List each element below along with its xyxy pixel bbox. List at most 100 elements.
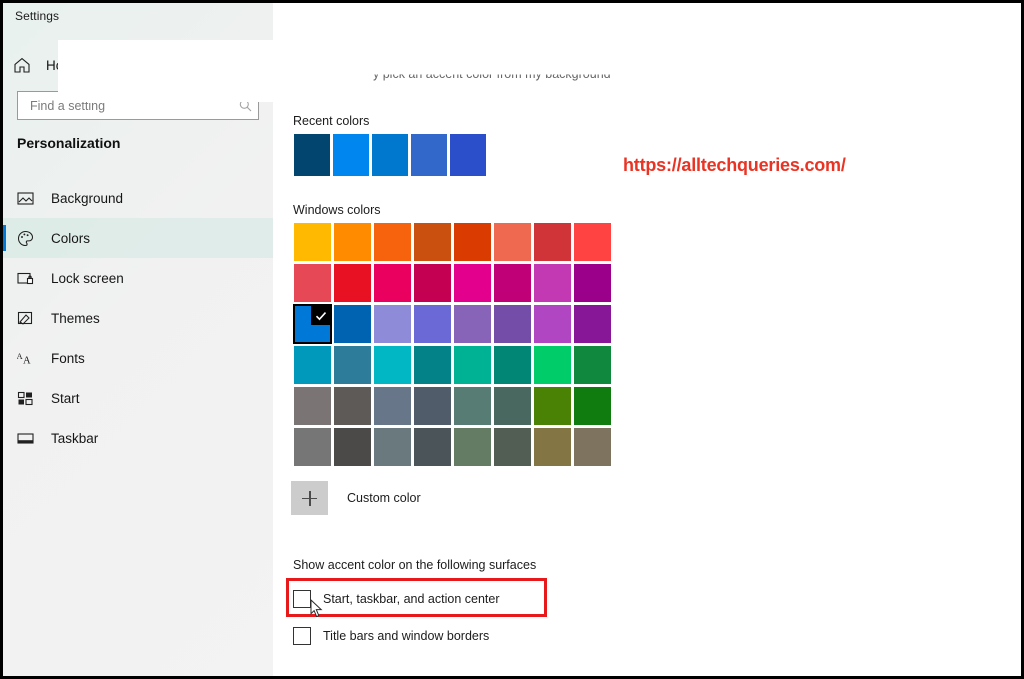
- sidebar: Settings Home Personalization Background: [3, 3, 273, 676]
- recent-color-swatch[interactable]: [293, 133, 331, 177]
- sidebar-item-colors[interactable]: Colors: [3, 218, 273, 258]
- home-icon: [13, 56, 31, 74]
- checkbox-label: Title bars and window borders: [323, 629, 490, 643]
- windows-color-swatch[interactable]: [413, 345, 452, 385]
- sidebar-item-background-label: Background: [51, 190, 124, 206]
- custom-color-label: Custom color: [347, 491, 421, 505]
- windows-color-swatch[interactable]: [533, 345, 572, 385]
- windows-color-swatch[interactable]: [333, 222, 372, 262]
- windows-color-swatch[interactable]: [453, 386, 492, 426]
- sidebar-item-themes[interactable]: Themes: [3, 298, 273, 338]
- windows-color-swatch[interactable]: [373, 263, 412, 303]
- windows-color-swatch[interactable]: [493, 345, 532, 385]
- windows-color-swatch[interactable]: [293, 345, 332, 385]
- start-icon: [17, 390, 34, 407]
- sidebar-item-start-label: Start: [51, 390, 80, 406]
- check-icon: [311, 306, 330, 325]
- recent-colors-label: Recent colors: [293, 114, 370, 128]
- windows-color-swatch[interactable]: [533, 386, 572, 426]
- windows-color-swatch-selected[interactable]: [293, 304, 332, 344]
- recent-color-swatch[interactable]: [332, 133, 370, 177]
- windows-color-swatch[interactable]: [493, 427, 532, 467]
- settings-window: Settings Home Personalization Background: [0, 0, 1024, 679]
- windows-color-swatch[interactable]: [493, 386, 532, 426]
- sidebar-item-colors-label: Colors: [51, 230, 91, 246]
- windows-color-swatch[interactable]: [293, 386, 332, 426]
- windows-color-swatch[interactable]: [413, 263, 452, 303]
- sidebar-item-themes-label: Themes: [51, 310, 100, 326]
- auto-accent-color-text: y pick an accent color from my backgroun…: [373, 67, 611, 81]
- sidebar-item-background[interactable]: Background: [3, 178, 273, 218]
- windows-color-swatch[interactable]: [293, 222, 332, 262]
- windows-color-swatch[interactable]: [573, 304, 612, 344]
- sidebar-item-lock-screen-label: Lock screen: [51, 270, 124, 286]
- custom-color-button[interactable]: [291, 481, 328, 515]
- windows-colors-grid: [293, 222, 612, 467]
- checkbox-title-bars-window-borders[interactable]: Title bars and window borders: [293, 623, 489, 649]
- windows-color-swatch[interactable]: [533, 304, 572, 344]
- recent-colors-grid: [293, 133, 487, 177]
- windows-color-swatch[interactable]: [373, 222, 412, 262]
- recent-color-swatch[interactable]: [410, 133, 448, 177]
- fonts-icon: AA: [17, 350, 34, 367]
- lock-screen-icon: [17, 270, 34, 287]
- checkbox-box[interactable]: [293, 590, 311, 608]
- sidebar-item-start[interactable]: Start: [3, 378, 273, 418]
- windows-color-swatch[interactable]: [453, 427, 492, 467]
- windows-color-swatch[interactable]: [533, 263, 572, 303]
- windows-color-swatch[interactable]: [453, 222, 492, 262]
- windows-color-swatch[interactable]: [373, 304, 412, 344]
- windows-color-swatch[interactable]: [293, 263, 332, 303]
- windows-color-swatch[interactable]: [493, 222, 532, 262]
- windows-color-swatch[interactable]: [373, 386, 412, 426]
- recent-color-swatch[interactable]: [449, 133, 487, 177]
- windows-color-swatch[interactable]: [493, 263, 532, 303]
- palette-icon: [17, 230, 34, 247]
- sidebar-item-taskbar-label: Taskbar: [51, 430, 99, 446]
- checkbox-start-taskbar-action-center[interactable]: Start, taskbar, and action center: [293, 586, 500, 612]
- windows-color-swatch[interactable]: [573, 386, 612, 426]
- svg-text:A: A: [23, 355, 31, 366]
- windows-color-swatch[interactable]: [533, 222, 572, 262]
- windows-color-swatch[interactable]: [453, 263, 492, 303]
- recent-color-swatch[interactable]: [371, 133, 409, 177]
- brush-icon: [17, 310, 34, 327]
- windows-color-swatch[interactable]: [333, 345, 372, 385]
- windows-color-swatch[interactable]: [413, 427, 452, 467]
- windows-color-swatch[interactable]: [333, 386, 372, 426]
- custom-color-row[interactable]: Custom color: [291, 481, 421, 515]
- windows-color-swatch[interactable]: [413, 222, 452, 262]
- checkbox-box[interactable]: [293, 627, 311, 645]
- windows-color-swatch[interactable]: [413, 304, 452, 344]
- windows-color-swatch[interactable]: [493, 304, 532, 344]
- windows-color-swatch[interactable]: [573, 427, 612, 467]
- windows-color-swatch[interactable]: [573, 345, 612, 385]
- windows-color-swatch[interactable]: [373, 345, 412, 385]
- windows-color-swatch[interactable]: [413, 386, 452, 426]
- taskbar-icon: [17, 430, 34, 447]
- windows-color-swatch[interactable]: [573, 263, 612, 303]
- image-icon: [17, 190, 34, 207]
- window-title: Settings: [15, 9, 60, 23]
- windows-color-swatch[interactable]: [333, 427, 372, 467]
- windows-color-swatch[interactable]: [533, 427, 572, 467]
- windows-color-swatch[interactable]: [453, 304, 492, 344]
- windows-colors-label: Windows colors: [293, 203, 381, 217]
- watermark-url: https://alltechqueries.com/: [623, 155, 846, 175]
- sidebar-item-taskbar[interactable]: Taskbar: [3, 418, 273, 458]
- windows-color-swatch[interactable]: [373, 427, 412, 467]
- sidebar-item-fonts[interactable]: AA Fonts: [3, 338, 273, 378]
- white-overlay-patch: [58, 40, 273, 102]
- checkbox-label: Start, taskbar, and action center: [323, 592, 500, 606]
- sidebar-nav: Background Colors Lock screen Themes A A…: [3, 178, 273, 458]
- windows-color-swatch[interactable]: [333, 304, 372, 344]
- sidebar-item-lock-screen[interactable]: Lock screen: [3, 258, 273, 298]
- windows-color-swatch[interactable]: [293, 427, 332, 467]
- surfaces-label: Show accent color on the following surfa…: [293, 558, 537, 572]
- windows-color-swatch[interactable]: [453, 345, 492, 385]
- mouse-pointer-icon: [310, 598, 323, 618]
- sidebar-item-fonts-label: Fonts: [51, 350, 85, 366]
- windows-color-swatch[interactable]: [573, 222, 612, 262]
- plus-icon: [302, 490, 317, 506]
- windows-color-swatch[interactable]: [333, 263, 372, 303]
